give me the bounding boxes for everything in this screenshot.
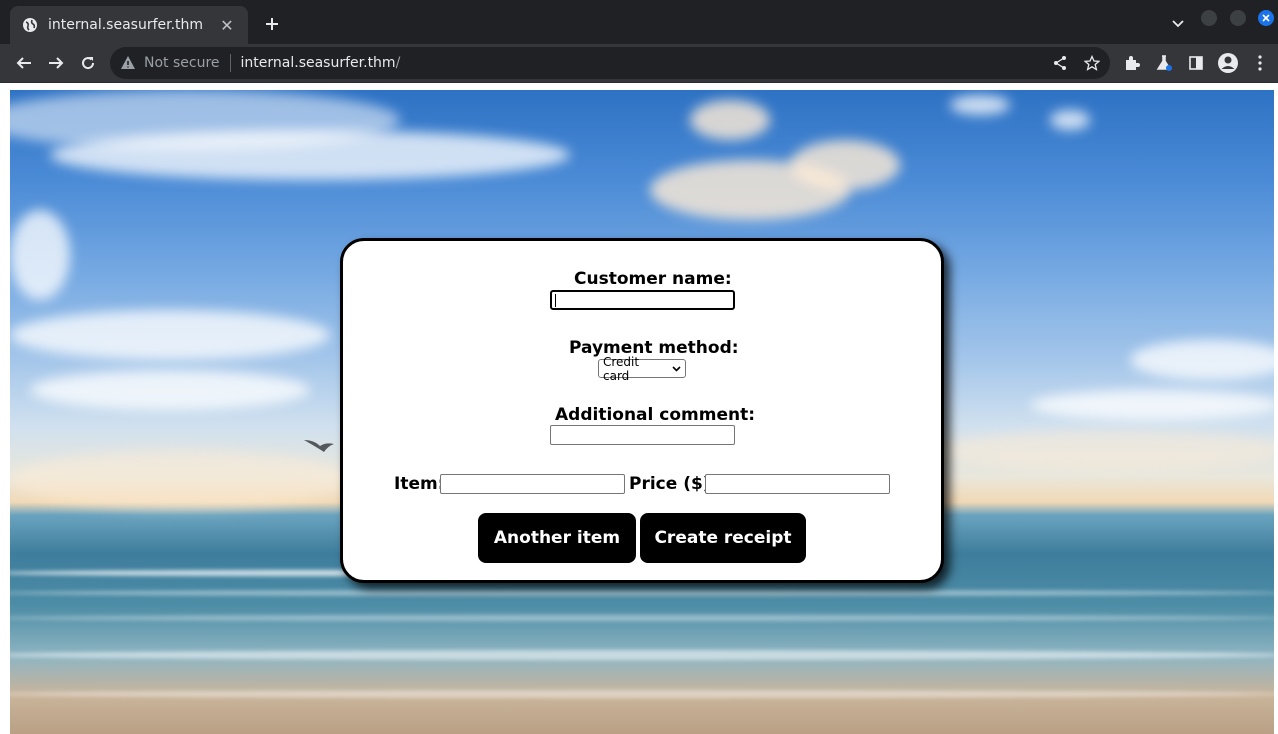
additional-comment-label: Additional comment: [555,405,756,425]
url-path: / [395,55,401,71]
side-panel-icon[interactable] [1184,51,1208,75]
minimize-window-button[interactable] [1201,10,1217,26]
additional-comment-input[interactable] [550,425,735,445]
close-icon[interactable]: ✕ [218,16,236,35]
close-window-button[interactable] [1258,10,1274,26]
text-caret [555,294,556,307]
another-item-button[interactable]: Another item [478,513,636,563]
payment-method-select[interactable]: Credit card [598,355,686,383]
item-input[interactable] [440,474,625,494]
tab-title: internal.seasurfer.thm [48,17,204,33]
tab-strip: internal.seasurfer.thm ✕ [0,0,1278,44]
divider [229,54,231,72]
chevron-down-icon [672,365,681,372]
url-host: internal.seasurfer.thm [240,55,396,71]
forward-arrow-icon[interactable] [42,49,70,77]
customer-name-input[interactable] [550,290,735,310]
labs-icon[interactable] [1152,51,1176,75]
browser-toolbar: Not secure internal.seasurfer.thm/ [0,44,1278,83]
more-vert-icon[interactable] [1248,51,1272,75]
url-text[interactable]: internal.seasurfer.thm/ [241,55,401,71]
warning-icon[interactable] [120,55,136,71]
browser-tab[interactable]: internal.seasurfer.thm ✕ [10,6,248,44]
chevron-down-icon[interactable] [1166,12,1190,36]
receipt-form-card: Customer name: Payment method: Credit ca… [340,238,944,583]
create-receipt-button[interactable]: Create receipt [640,513,806,563]
security-label[interactable]: Not secure [144,55,220,71]
reload-icon[interactable] [74,49,102,77]
share-icon[interactable] [1048,51,1072,75]
globe-icon [22,17,38,33]
payment-method-selected: Credit card [603,354,640,383]
address-bar[interactable]: Not secure internal.seasurfer.thm/ [110,47,1110,79]
customer-name-label: Customer name: [574,269,732,289]
extensions-icon[interactable] [1120,51,1144,75]
price-input[interactable] [705,474,890,494]
maximize-window-button[interactable] [1230,10,1246,26]
star-icon[interactable] [1080,51,1104,75]
back-arrow-icon[interactable] [10,49,38,77]
plus-icon[interactable] [258,10,286,38]
item-label: Item: [394,474,445,494]
seagull-graphic [304,440,334,452]
profile-icon[interactable] [1216,51,1240,75]
